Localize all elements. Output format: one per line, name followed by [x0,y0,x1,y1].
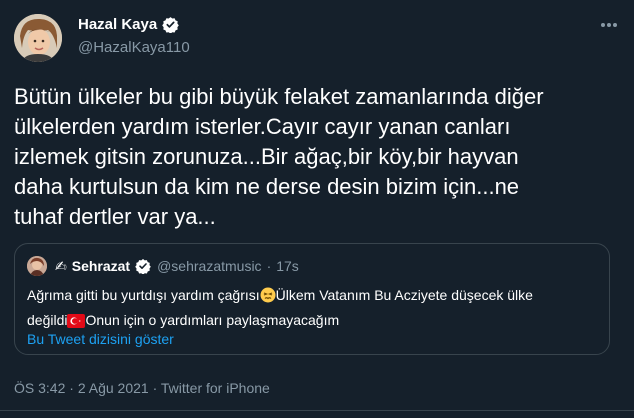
show-thread-link[interactable]: Bu Tweet dizisini göster [27,331,174,347]
quoted-tweet-time: 17s [276,258,299,274]
separator-dot: · [152,380,158,396]
divider [0,410,634,411]
quoted-text-part: değildi [27,312,68,328]
tweet-text-line: Bütün ülkeler bu gibi büyük felaket zama… [14,84,544,109]
avatar-photo [14,14,62,62]
tweet-card: Hazal Kaya @HazalKaya110 Bütün ülkeler b… [0,0,634,418]
author-handle[interactable]: @HazalKaya110 [78,39,190,56]
quoted-text-part: Ağrıma gitti bu yurtdışı yardım çağrısı [27,287,260,303]
tweet-time[interactable]: ÖS 3:42 [14,380,65,396]
tweet-text-line: daha kurtulsun da kim ne derse desin biz… [14,174,520,199]
quoted-text-part: Ülkem Vatanım Bu Acziyete düşecek ülke [275,287,533,303]
quoted-author-handle: @sehrazatmusic [157,258,262,274]
tweet-source[interactable]: Twitter for iPhone [161,380,270,396]
more-options-button[interactable] [598,14,620,36]
writing-hand-icon: ✍ [55,257,67,274]
tweet-text: Bütün ülkeler bu gibi büyük felaket zama… [14,82,614,232]
author-name-row: Hazal Kaya [78,16,180,34]
tweet-text-line: ülkelerden yardım isterler.Cayır cayır y… [14,114,511,139]
quoted-tweet-text: Ağrıma gitti bu yurtdışı yardım çağrısı Ü… [27,284,597,334]
quoted-text-part: Onun için o yardımları paylaşmayacağım [85,312,340,328]
separator-dot: · [266,258,272,274]
quoted-author-name: Sehrazat [71,258,131,274]
tweet-meta: ÖS 3:42 · 2 Ağu 2021 · Twitter for iPhon… [14,380,270,396]
quoted-tweet-card[interactable]: ✍ Sehrazat @sehrazatmusic · 17s Ağrıma g… [14,243,610,355]
verified-badge-icon [135,258,152,275]
author-avatar[interactable] [14,14,62,62]
tweet-text-line: izlemek gitsin zorunuza...Bir ağaç,bir k… [14,144,519,169]
tweet-date[interactable]: 2 Ağu 2021 [78,380,149,396]
quoted-tweet-header: ✍ Sehrazat @sehrazatmusic · 17s [27,256,299,276]
quoted-text-line: Ağrıma gitti bu yurtdışı yardım çağrısı Ü… [27,284,597,309]
tweet-text-line: tuhaf dertler var ya... [14,204,216,229]
separator-dot: · [69,380,74,396]
verified-badge-icon [162,16,180,34]
persevering-face-icon [260,287,276,309]
quoted-author-avatar [27,256,47,276]
author-name[interactable]: Hazal Kaya [78,16,157,33]
more-dots-icon [601,23,617,27]
